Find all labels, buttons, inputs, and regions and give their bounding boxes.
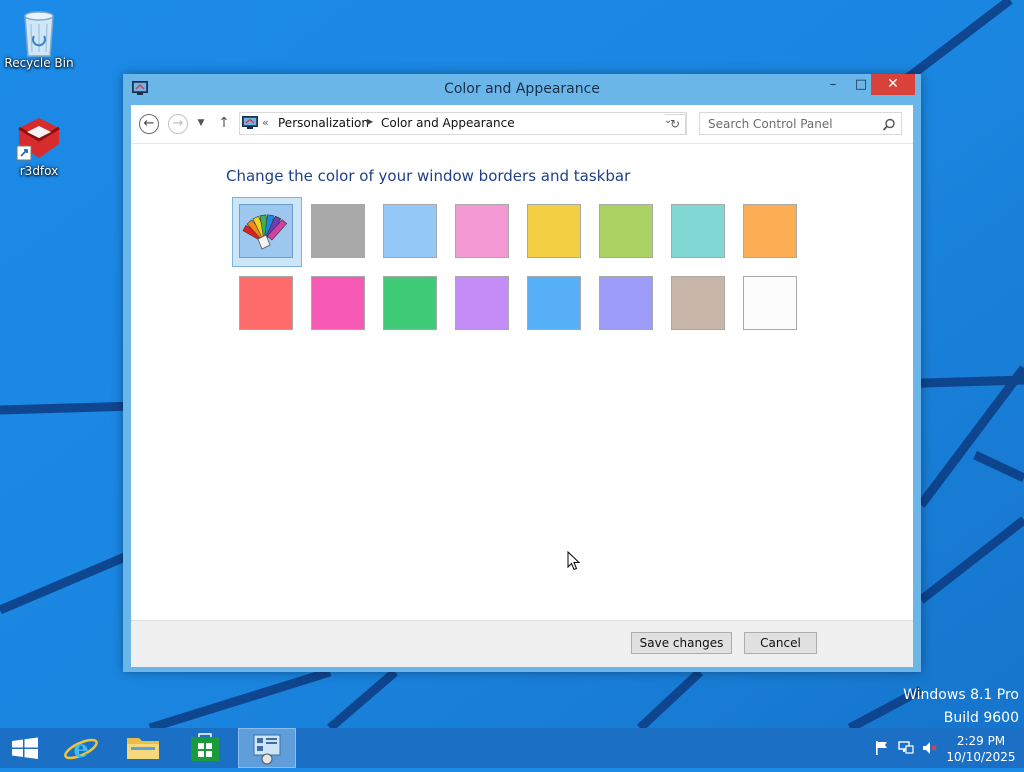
page-heading: Change the color of your window borders … [226,167,631,185]
watermark-edition: Windows 8.1 Pro [903,687,1019,703]
color-swatch[interactable] [311,204,365,258]
desktop-icon-recycle-bin[interactable]: Recycle Bin [1,6,77,70]
breadcrumb-color-and-appearance[interactable]: Color and Appearance [381,116,515,130]
taskbar-windows-store[interactable] [181,728,229,768]
up-button[interactable]: ↑ [215,114,233,134]
forward-arrow-icon: → [172,116,184,131]
control-panel-location-icon [242,116,258,129]
color-swatch[interactable] [599,276,653,330]
search-input[interactable] [700,113,878,134]
refresh-button[interactable]: ↻ [665,114,686,135]
watermark-build: Build 9600 [943,710,1019,726]
refresh-icon: ↻ [669,117,681,131]
save-changes-button[interactable]: Save changes [631,632,732,654]
color-swatch[interactable] [239,204,293,258]
back-arrow-icon: ← [143,116,155,131]
color-and-appearance-window: Color and Appearance – □ ✕ ← → ▼ ↑ « Per… [123,74,921,672]
search-box[interactable] [699,112,902,135]
minimize-button[interactable]: – [819,74,847,95]
recent-locations-button[interactable]: ▼ [193,114,209,134]
footer-bar: Save changes Cancel [131,620,913,667]
internet-explorer-icon: e [64,734,98,763]
taskbar-control-panel[interactable] [238,728,296,768]
back-button[interactable]: ← [139,114,159,134]
title-bar[interactable]: Color and Appearance – □ ✕ [123,74,921,106]
color-swatch[interactable] [671,204,725,258]
store-bag-icon [191,733,219,761]
desktop-icon-label: r3dfox [19,164,59,178]
windows-build-watermark: Windows 8.1 Pro Build 9600 [903,684,1019,730]
address-bar[interactable]: « Personalization ▶ Color and Appearance… [239,112,687,135]
window-title: Color and Appearance [444,81,600,97]
action-center-flag-icon[interactable] [874,740,890,756]
taskbar: e 2:29 PM 10/10/2025 [0,728,1024,768]
breadcrumb-overflow[interactable]: « [262,116,269,129]
color-swatch[interactable] [527,204,581,258]
control-panel-icon [253,734,281,765]
breadcrumb-separator-icon[interactable]: ▶ [367,117,373,126]
desktop-icon-r3dfox[interactable]: r3dfox [1,114,77,178]
search-icon[interactable] [882,117,896,131]
taskbar-internet-explorer[interactable]: e [54,728,106,768]
color-swatch[interactable] [455,276,509,330]
chevron-down-icon: ▼ [197,118,205,128]
windows-logo-icon [12,737,38,759]
color-swatch[interactable] [743,276,797,330]
clock-time: 2:29 PM [956,734,1006,748]
window-client-area: ← → ▼ ↑ « Personalization ▶ Color and Ap… [131,105,913,667]
taskbar-file-explorer[interactable] [117,728,169,768]
color-swatch[interactable] [311,276,365,330]
recycle-bin-icon [15,6,63,57]
color-swatch[interactable] [599,204,653,258]
up-arrow-icon: ↑ [218,115,230,131]
clock-date: 10/10/2025 [946,750,1016,764]
cancel-button[interactable]: Cancel [744,632,817,654]
color-swatch[interactable] [383,276,437,330]
r3dfox-icon [15,114,63,162]
navigation-bar: ← → ▼ ↑ « Personalization ▶ Color and Ap… [131,105,913,144]
folder-icon [127,738,159,759]
color-swatch[interactable] [455,204,509,258]
desktop-icon-label: Recycle Bin [4,56,74,70]
start-button[interactable] [0,728,50,768]
mouse-cursor-icon [567,550,581,575]
forward-button[interactable]: → [168,114,188,134]
color-swatch[interactable] [527,276,581,330]
color-swatch[interactable] [743,204,797,258]
color-palette-icon [242,214,288,250]
volume-muted-icon[interactable] [922,740,938,756]
svg-text:e: e [73,734,88,763]
close-button[interactable]: ✕ [871,74,915,95]
system-clock[interactable]: 2:29 PM 10/10/2025 [944,733,1018,765]
network-icon[interactable] [898,740,914,756]
color-swatch[interactable] [383,204,437,258]
color-swatch[interactable] [671,276,725,330]
breadcrumb-personalization[interactable]: Personalization [278,116,369,130]
color-swatch[interactable] [239,276,293,330]
